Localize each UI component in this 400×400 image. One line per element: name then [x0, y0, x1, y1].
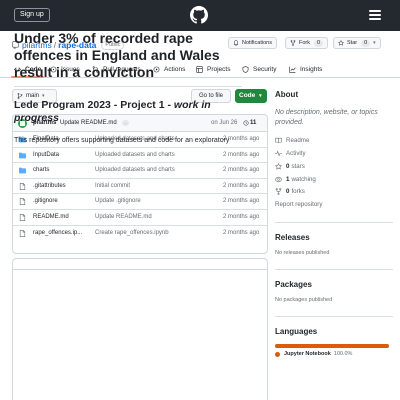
about-description: No description, website, or topics provi… — [275, 109, 378, 126]
notifications-label: Notifications — [242, 40, 272, 46]
stars-link[interactable]: 0 stars — [275, 163, 305, 170]
fork-count: 0 — [314, 39, 324, 47]
packages-empty-text: No packages published — [275, 297, 333, 303]
stars-count: 0 — [286, 163, 290, 170]
readme-link-label: Readme — [286, 137, 310, 144]
file-commit-message[interactable]: Update README.md — [95, 214, 152, 220]
report-repository-link[interactable]: Report repository — [275, 201, 322, 208]
readme-divider — [14, 86, 242, 87]
sidebar-divider — [275, 269, 393, 270]
file-row[interactable]: InputData Uploaded datasets and charts 2… — [13, 148, 267, 164]
pulse-icon — [275, 150, 282, 157]
language-name: Jupyter Notebook — [284, 351, 331, 357]
file-row[interactable]: .gitattributes Initial commit 2 months a… — [13, 179, 267, 195]
forks-link[interactable]: 0 forks — [275, 188, 305, 195]
github-logo-icon[interactable] — [190, 6, 208, 24]
readme-link[interactable]: Readme — [275, 137, 309, 144]
language-color-dot — [275, 351, 280, 357]
file-date: 2 months ago — [223, 229, 260, 236]
sidebar-divider — [275, 316, 393, 317]
file-name-link[interactable]: README.md — [33, 214, 69, 220]
activity-link[interactable]: Activity — [275, 150, 306, 157]
file-date: 2 months ago — [223, 198, 260, 205]
star-icon — [338, 40, 344, 46]
folder-icon — [19, 152, 26, 159]
file-commit-message[interactable]: Create rape_offences.ipynb — [95, 230, 169, 236]
tab-insights-label: Insights — [300, 65, 323, 73]
tab-security-label: Security — [253, 65, 277, 73]
eye-icon — [275, 176, 282, 183]
readme-subheading: Lede Program 2023 - Project 1 - work in … — [14, 99, 242, 125]
forks-count: 0 — [286, 188, 290, 195]
readme-subheading-text: Lede Program 2023 - Project 1 - — [14, 99, 174, 111]
star-count: 0 — [361, 39, 371, 47]
file-name-link[interactable]: .gitattributes — [33, 183, 66, 189]
file-date: 2 months ago — [223, 213, 260, 220]
file-row[interactable]: charts Uploaded datasets and charts 2 mo… — [13, 163, 267, 179]
stars-label: stars — [291, 163, 305, 170]
file-row[interactable]: README.md Update README.md 2 months ago — [13, 210, 267, 226]
readme-panel — [12, 258, 268, 400]
tab-security[interactable]: Security — [242, 62, 276, 76]
code-chevron-down-icon: ▾ — [259, 93, 262, 99]
file-date: 2 months ago — [223, 167, 260, 174]
file-icon — [19, 213, 26, 221]
file-commit-message[interactable]: Uploaded datasets and charts — [95, 152, 175, 158]
file-table: pilartms Update README.md ... on Jun 26 … — [12, 114, 268, 254]
fork-icon — [275, 188, 282, 195]
file-icon — [19, 182, 26, 190]
watching-label: watching — [291, 176, 316, 183]
activity-label: Activity — [286, 150, 306, 157]
star-icon — [275, 163, 282, 170]
graph-icon — [289, 66, 296, 73]
language-item[interactable]: Jupyter Notebook 100.0% — [275, 351, 352, 357]
about-title: About — [275, 90, 299, 99]
languages-title: Languages — [275, 327, 318, 336]
global-header: Sign up — [0, 0, 400, 31]
commit-history-link[interactable]: 11 — [243, 120, 256, 126]
watching-count: 1 — [286, 176, 290, 183]
readme-heading: Under 3% of recorded rape offences in En… — [14, 30, 220, 80]
sidebar-divider — [275, 222, 393, 223]
fork-label: Fork — [299, 40, 310, 46]
menu-icon[interactable] — [369, 10, 381, 20]
releases-empty-text: No releases published — [275, 250, 330, 256]
fork-button[interactable]: Fork 0 — [285, 37, 329, 49]
file-row[interactable]: rape_offences.ip... Create rape_offences… — [13, 226, 267, 242]
file-name-link[interactable]: charts — [33, 167, 49, 173]
commit-count: 11 — [250, 120, 257, 126]
file-name-link[interactable]: InputData — [33, 152, 59, 158]
file-commit-message[interactable]: Initial commit — [95, 183, 130, 189]
code-button-label: Code — [239, 92, 256, 99]
star-label: Star — [347, 40, 358, 46]
fork-icon — [290, 40, 296, 46]
file-name-link[interactable]: .gitignore — [33, 198, 58, 204]
tab-insights[interactable]: Insights — [289, 62, 322, 76]
sign-up-button[interactable]: Sign up — [14, 8, 50, 22]
forks-label: forks — [291, 188, 305, 195]
file-commit-message[interactable]: Update .gitignore — [95, 198, 141, 204]
watchers-link[interactable]: 1 watching — [275, 176, 316, 183]
file-row[interactable]: .gitignore Update .gitignore 2 months ag… — [13, 194, 267, 210]
star-button[interactable]: Star 0 ▾ — [333, 37, 381, 49]
shield-icon — [242, 65, 249, 73]
readme-paragraph: This repository offers supporting datase… — [14, 137, 230, 144]
readme-header — [13, 259, 267, 270]
language-bar — [275, 344, 389, 348]
file-icon — [19, 229, 26, 237]
file-name-link[interactable]: rape_offences.ip... — [33, 230, 82, 236]
file-commit-message[interactable]: Uploaded datasets and charts — [95, 167, 175, 173]
folder-icon — [19, 167, 26, 174]
file-icon — [19, 198, 26, 206]
history-icon — [243, 120, 249, 126]
file-date: 2 months ago — [223, 151, 260, 158]
file-date: 2 months ago — [223, 182, 260, 189]
packages-title[interactable]: Packages — [275, 280, 312, 289]
book-icon — [275, 137, 282, 143]
star-dropdown-chevron-icon[interactable]: ▾ — [373, 40, 376, 46]
language-percent: 100.0% — [333, 351, 353, 357]
releases-title[interactable]: Releases — [275, 233, 310, 242]
